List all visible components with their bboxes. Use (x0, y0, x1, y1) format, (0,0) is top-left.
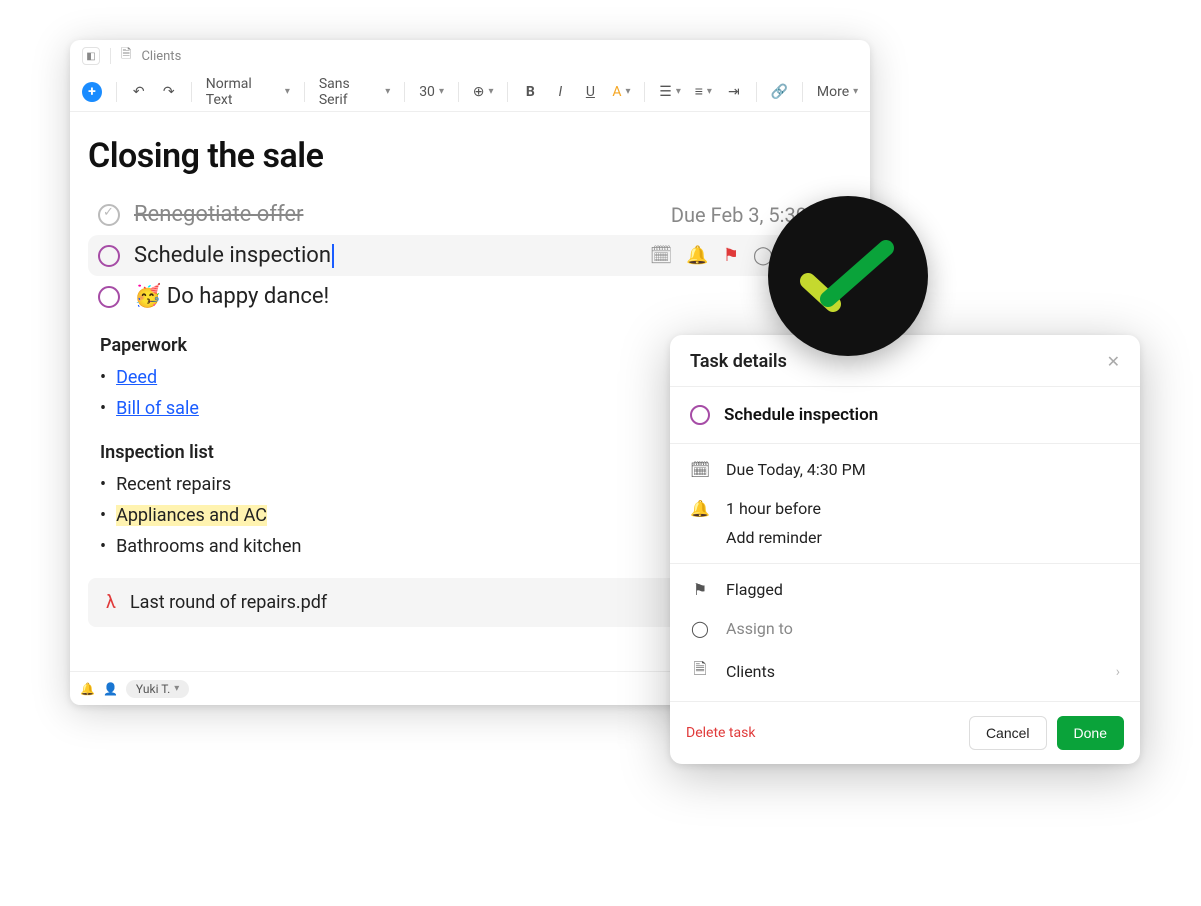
add-button[interactable]: + (78, 79, 106, 105)
link-button[interactable]: 🔗 (767, 79, 792, 105)
due-row[interactable]: 🗓 Due Today, 4:30 PM (670, 450, 1140, 489)
note-icon: 🗎 (121, 45, 131, 67)
task-row[interactable]: Renegotiate offer Due Feb 3, 5:30 PM (88, 194, 852, 235)
underline-button[interactable]: U (578, 79, 602, 105)
flagged-row[interactable]: ⚑ Flagged (670, 570, 1140, 609)
italic-button[interactable]: I (548, 79, 572, 105)
checkmark-icon (798, 236, 898, 316)
reminder-row[interactable]: 🔔 1 hour before (670, 489, 1140, 528)
add-reminder-row[interactable]: Add reminder (670, 528, 1140, 557)
bold-button[interactable]: B (518, 79, 542, 105)
separator (110, 48, 111, 64)
task-details-panel: Task details ✕ Schedule inspection 🗓 Due… (670, 335, 1140, 764)
text-color-button[interactable]: A ▾ (608, 79, 634, 105)
task-row[interactable]: 🥳 Do happy dance! (88, 276, 852, 317)
back-button[interactable]: ◧ (82, 47, 100, 65)
undo-button[interactable]: ↶ (127, 79, 151, 105)
note-row[interactable]: 🗎 Clients › (670, 648, 1140, 695)
redo-button[interactable]: ↷ (157, 79, 181, 105)
link[interactable]: Deed (116, 367, 157, 388)
panel-footer: Delete task Cancel Done (670, 701, 1140, 764)
flag-icon[interactable]: ⚑ (723, 245, 739, 266)
bullet-list-button[interactable]: ☰ ▾ (655, 79, 684, 105)
link[interactable]: Bill of sale (116, 398, 199, 419)
flagged-text: Flagged (726, 580, 783, 599)
more-label: More (817, 84, 849, 100)
task-checkbox[interactable] (690, 405, 710, 425)
cancel-button[interactable]: Cancel (969, 716, 1047, 750)
top-bar: ◧ 🗎 Clients (70, 40, 870, 72)
panel-actions: Cancel Done (969, 716, 1124, 750)
due-text: Due Today, 4:30 PM (726, 460, 866, 479)
task-row[interactable]: Schedule inspection 🗓 🔔 ⚑ ◯ 🗑 ⋯ (88, 235, 852, 276)
task-text[interactable]: Renegotiate offer (134, 202, 657, 227)
size-dropdown[interactable]: 30 ▾ (415, 79, 448, 105)
attachment-name: Last round of repairs.pdf (130, 592, 327, 613)
size-label: 30 (419, 84, 435, 100)
highlighted-text: Appliances and AC (116, 505, 267, 526)
user-chip[interactable]: Yuki T. ▾ (126, 680, 189, 698)
calendar-icon: 🗓 (690, 460, 710, 479)
panel-header: Task details ✕ (670, 335, 1140, 387)
close-icon[interactable]: ✕ (1107, 352, 1120, 371)
reminder-text: 1 hour before (726, 499, 821, 518)
task-checkbox[interactable] (98, 245, 120, 267)
pdf-icon: λ (106, 592, 116, 613)
task-text[interactable]: Schedule inspection (134, 243, 636, 268)
person-icon: ◯ (690, 619, 710, 638)
note-text: Clients (726, 662, 1100, 681)
panel-task-row: Schedule inspection (670, 387, 1140, 444)
bell-icon: 🔔 (690, 499, 710, 518)
task-checkbox[interactable] (98, 204, 120, 226)
font-dropdown[interactable]: Sans Serif ▾ (315, 79, 394, 105)
assign-row[interactable]: ◯ Assign to (670, 609, 1140, 648)
flag-icon: ⚑ (690, 580, 710, 599)
toolbar: + ↶ ↷ Normal Text ▾ Sans Serif ▾ 30 ▾ ⊕ … (70, 72, 870, 112)
calendar-icon[interactable]: 🗓 (650, 245, 673, 266)
bell-icon[interactable]: 🔔 (686, 245, 708, 266)
style-dropdown[interactable]: Normal Text ▾ (202, 79, 294, 105)
font-label: Sans Serif (319, 76, 381, 108)
notification-icon[interactable]: 🔔 (80, 682, 95, 696)
more-dropdown[interactable]: More ▾ (813, 79, 862, 105)
breadcrumb[interactable]: Clients (141, 49, 181, 64)
add-reminder-text: Add reminder (726, 528, 822, 547)
page-title[interactable]: Closing the sale (88, 136, 852, 176)
indent-button[interactable]: ⇥ (722, 79, 746, 105)
task-name: Schedule inspection (724, 405, 878, 425)
task-checkbox[interactable] (98, 286, 120, 308)
done-button[interactable]: Done (1057, 716, 1124, 750)
check-badge (768, 196, 928, 356)
chevron-right-icon: › (1116, 664, 1120, 680)
panel-title: Task details (690, 351, 787, 372)
note-icon: 🗎 (690, 658, 710, 685)
delete-task-button[interactable]: Delete task (686, 725, 755, 741)
insert-dropdown[interactable]: ⊕ ▾ (469, 79, 498, 105)
numbered-list-button[interactable]: ≡ ▾ (691, 79, 716, 105)
add-user-icon[interactable]: 👤 (103, 682, 118, 696)
assign-text: Assign to (726, 619, 793, 638)
panel-body: 🗓 Due Today, 4:30 PM 🔔 1 hour before Add… (670, 444, 1140, 701)
text-cursor (332, 244, 334, 268)
style-label: Normal Text (206, 76, 281, 108)
task-text[interactable]: 🥳 Do happy dance! (134, 284, 842, 309)
